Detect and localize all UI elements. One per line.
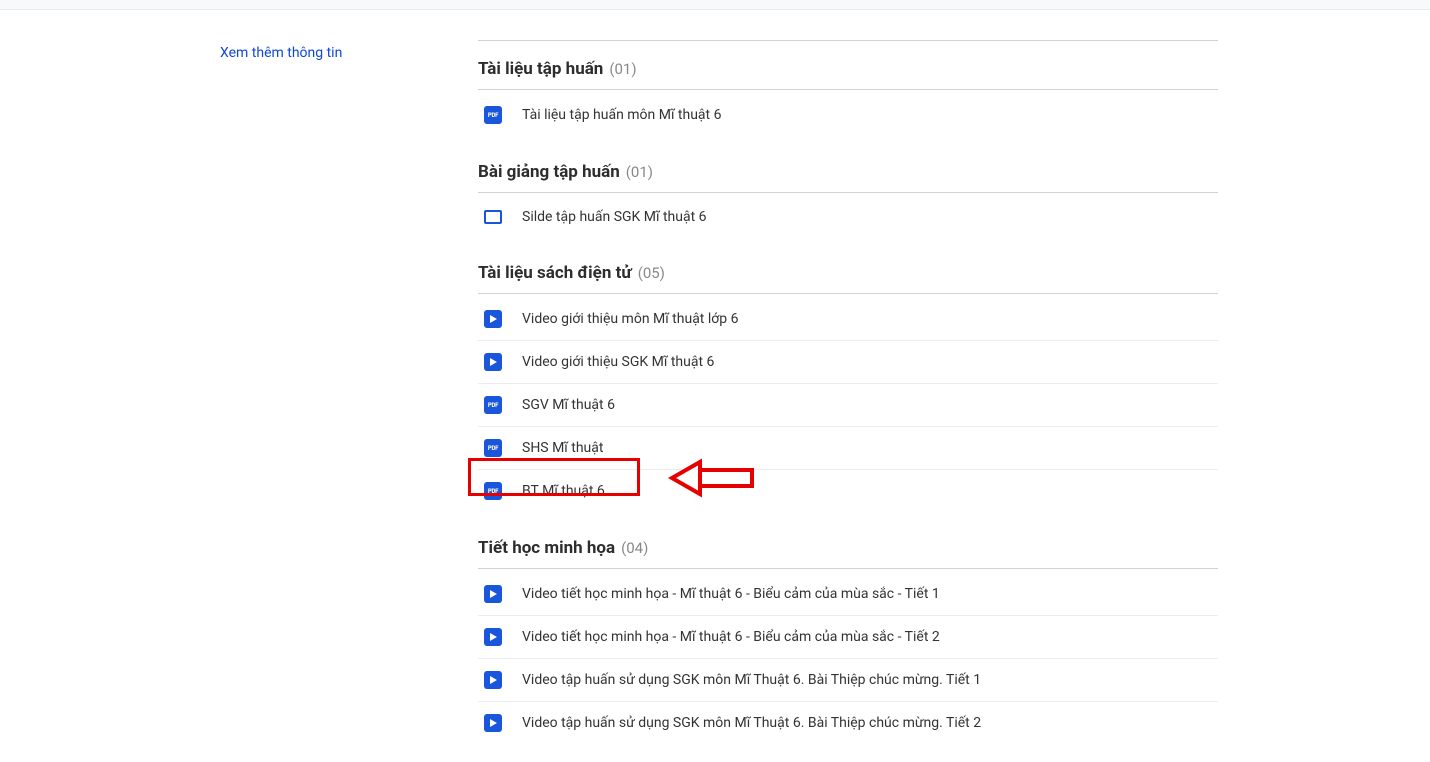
video-icon — [484, 714, 502, 732]
list-item[interactable]: Video tập huấn sử dụng SGK môn Mĩ Thuật … — [478, 659, 1218, 702]
video-icon — [484, 585, 502, 603]
sidebar: Xem thêm thông tin — [0, 30, 478, 762]
list-item-label: BT Mĩ thuật 6 — [522, 483, 605, 499]
list-item-label: Video tập huấn sử dụng SGK môn Mĩ Thuật … — [522, 715, 981, 731]
pdf-icon: PDF — [484, 439, 502, 457]
list-item[interactable]: Video giới thiệu SGK Mĩ thuật 6 — [478, 341, 1218, 384]
section-title: Tiết học minh họa — [478, 538, 615, 558]
list-item-label: Silde tập huấn SGK Mĩ thuật 6 — [522, 209, 707, 225]
section-count: (05) — [638, 264, 665, 282]
list-item-label: SGV Mĩ thuật 6 — [522, 397, 615, 413]
page-container: Xem thêm thông tin Tài liệu tập huấn (01)… — [0, 10, 1430, 762]
section-header: Bài giảng tập huấn (01) — [478, 154, 1218, 193]
list-item-label: Tài liệu tập huấn môn Mĩ thuật 6 — [522, 107, 721, 123]
list-item[interactable]: PDF SGV Mĩ thuật 6 — [478, 384, 1218, 427]
list-item-label: SHS Mĩ thuật — [522, 440, 603, 456]
section-header: Tài liệu tập huấn (01) — [478, 51, 1218, 90]
list-item-label: Video tập huấn sử dụng SGK môn Mĩ Thuật … — [522, 672, 981, 688]
more-info-link[interactable]: Xem thêm thông tin — [220, 45, 342, 61]
section-count: (01) — [626, 163, 653, 181]
section-title: Tài liệu tập huấn — [478, 59, 603, 79]
truncated-section-header — [478, 30, 1218, 41]
list-item[interactable]: Silde tập huấn SGK Mĩ thuật 6 — [478, 197, 1218, 237]
video-icon — [484, 671, 502, 689]
video-icon — [484, 310, 502, 328]
list-item-label: Video giới thiệu môn Mĩ thuật lớp 6 — [522, 311, 738, 327]
list-item[interactable]: Video giới thiệu môn Mĩ thuật lớp 6 — [478, 298, 1218, 341]
list-item[interactable]: PDF SHS Mĩ thuật — [478, 427, 1218, 470]
video-icon — [484, 628, 502, 646]
list-item-label: Video tiết học minh họa - Mĩ thuật 6 - B… — [522, 586, 940, 602]
list-item[interactable]: PDF BT Mĩ thuật 6 — [478, 470, 1218, 512]
slide-icon — [484, 210, 502, 224]
section: Tài liệu sách điện tử (05) Video giới thiệ… — [478, 255, 1218, 512]
section-header: Tiết học minh họa (04) — [478, 530, 1218, 569]
pdf-icon: PDF — [484, 482, 502, 500]
list-item[interactable]: Video tiết học minh họa - Mĩ thuật 6 - B… — [478, 616, 1218, 659]
video-icon — [484, 353, 502, 371]
section-count: (01) — [609, 60, 636, 78]
section: Tài liệu tập huấn (01) PDF Tài liệu tập huấ… — [478, 51, 1218, 136]
section-count: (04) — [621, 539, 648, 557]
list-item[interactable]: PDF Tài liệu tập huấn môn Mĩ thuật 6 — [478, 94, 1218, 136]
section-header: Tài liệu sách điện tử (05) — [478, 255, 1218, 294]
top-bar — [0, 0, 1430, 10]
list-item[interactable]: Video tập huấn sử dụng SGK môn Mĩ Thuật … — [478, 702, 1218, 744]
section: Tiết học minh họa (04) Video tiết học minh… — [478, 530, 1218, 744]
list-item-label: Video giới thiệu SGK Mĩ thuật 6 — [522, 354, 714, 370]
section-title: Bài giảng tập huấn — [478, 162, 620, 182]
section-title: Tài liệu sách điện tử — [478, 263, 632, 283]
main-content: Tài liệu tập huấn (01) PDF Tài liệu tập huấ… — [478, 30, 1218, 762]
section: Bài giảng tập huấn (01) Silde tập huấn SGK… — [478, 154, 1218, 237]
list-item[interactable]: Video tiết học minh họa - Mĩ thuật 6 - B… — [478, 573, 1218, 616]
pdf-icon: PDF — [484, 396, 502, 414]
pdf-icon: PDF — [484, 106, 502, 124]
list-item-label: Video tiết học minh họa - Mĩ thuật 6 - B… — [522, 629, 940, 645]
